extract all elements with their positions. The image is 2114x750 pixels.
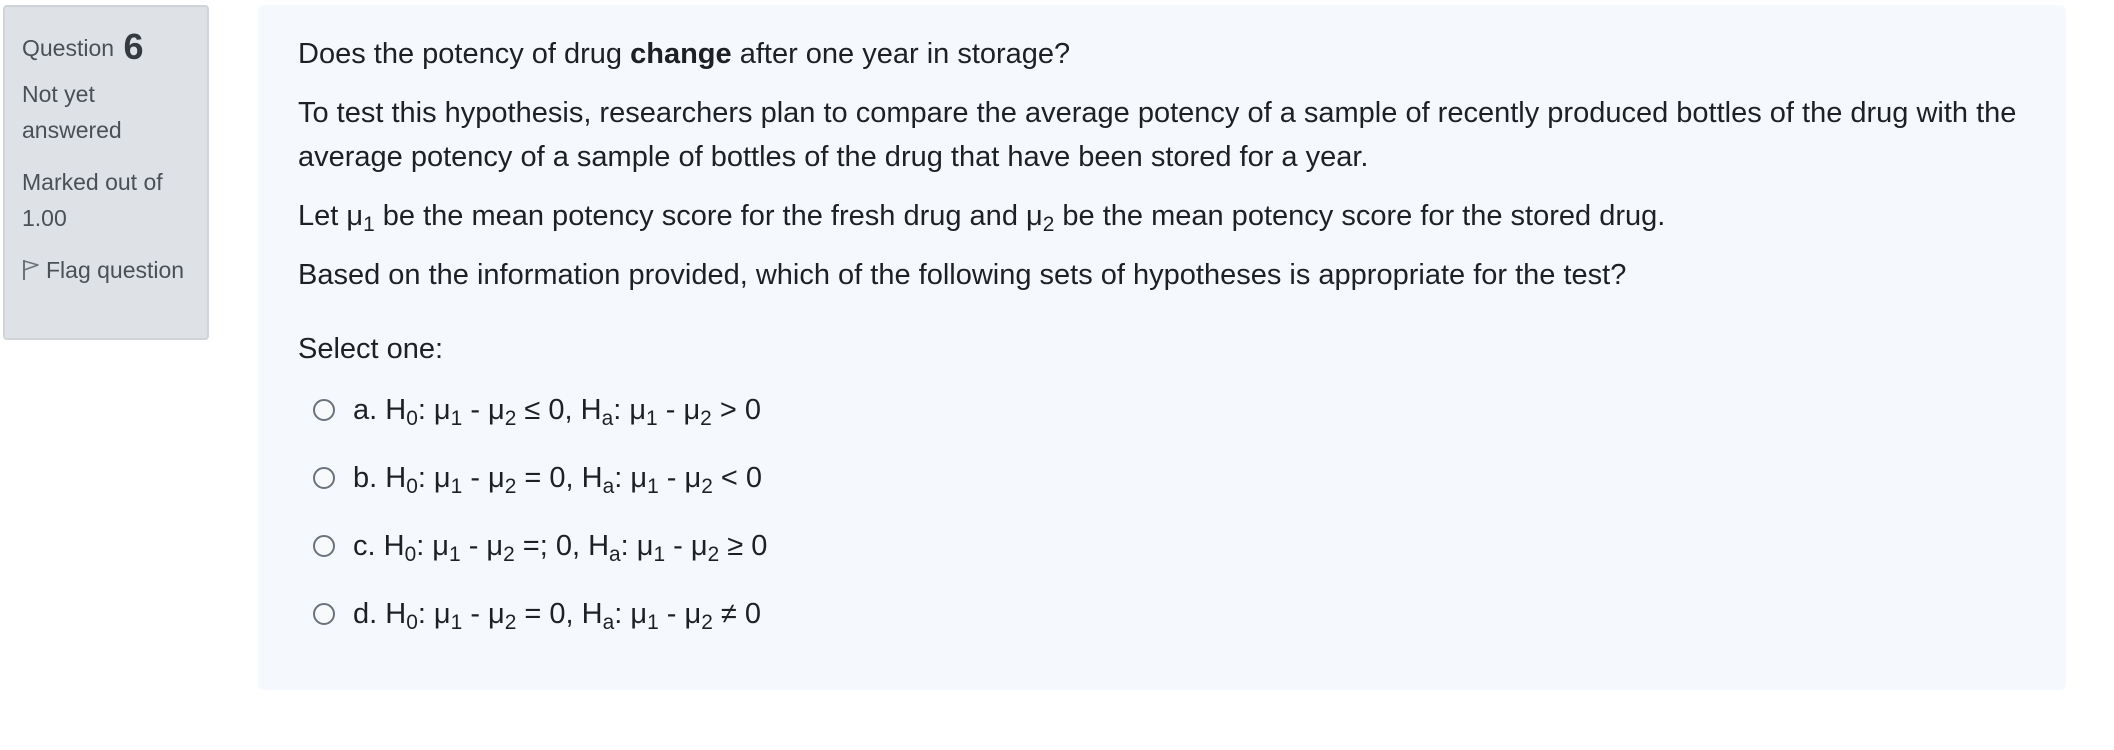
question-number-value: 6	[123, 26, 144, 67]
question-label: Question	[22, 35, 115, 61]
answer-option-b-label: b. H0: μ1 - μ2 = 0, Ha: μ1 - μ2 < 0	[353, 462, 762, 499]
question-number: Question 6	[22, 29, 191, 66]
select-one-prompt: Select one:	[298, 333, 444, 365]
radio-option-a[interactable]	[313, 399, 335, 421]
answer-option-d-label: d. H0: μ1 - μ2 = 0, Ha: μ1 - μ2 ≠ 0	[353, 598, 761, 635]
radio-option-d[interactable]	[313, 603, 335, 625]
question-text-line1: Does the potency of drug change after on…	[298, 38, 1071, 70]
question-text-para2: To test this hypothesis, researchers pla…	[298, 97, 2017, 173]
question-text-para3: Let μ1 be the mean potency score for the…	[298, 200, 1666, 237]
question-content: Does the potency of drug change after on…	[258, 5, 2066, 690]
answer-option-b[interactable]: b. H0: μ1 - μ2 = 0, Ha: μ1 - μ2 < 0	[298, 444, 2026, 512]
question-grade: Marked out of 1.00	[22, 169, 163, 231]
answer-option-a-label: a. H0: μ1 - μ2 ≤ 0, Ha: μ1 - μ2 > 0	[353, 394, 761, 431]
answer-option-a[interactable]: a. H0: μ1 - μ2 ≤ 0, Ha: μ1 - μ2 > 0	[298, 376, 2026, 444]
question-text-para4: Based on the information provided, which…	[298, 259, 1627, 291]
flag-icon	[22, 257, 46, 283]
radio-option-b[interactable]	[313, 467, 335, 489]
question-state: Not yet answered	[22, 81, 122, 143]
question-info-panel: Question 6 Not yet answered Marked out o…	[3, 5, 209, 340]
flag-question-link[interactable]: Flag question	[22, 252, 191, 288]
radio-option-c[interactable]	[313, 535, 335, 557]
answer-options: a. H0: μ1 - μ2 ≤ 0, Ha: μ1 - μ2 > 0 b. H…	[298, 376, 2026, 648]
answer-option-c-label: c. H0: μ1 - μ2 =; 0, Ha: μ1 - μ2 ≥ 0	[353, 530, 768, 567]
emphasis-change: change	[630, 38, 732, 70]
answer-option-c[interactable]: c. H0: μ1 - μ2 =; 0, Ha: μ1 - μ2 ≥ 0	[298, 512, 2026, 580]
answer-option-d[interactable]: d. H0: μ1 - μ2 = 0, Ha: μ1 - μ2 ≠ 0	[298, 580, 2026, 648]
flag-question-label: Flag question	[46, 257, 185, 283]
